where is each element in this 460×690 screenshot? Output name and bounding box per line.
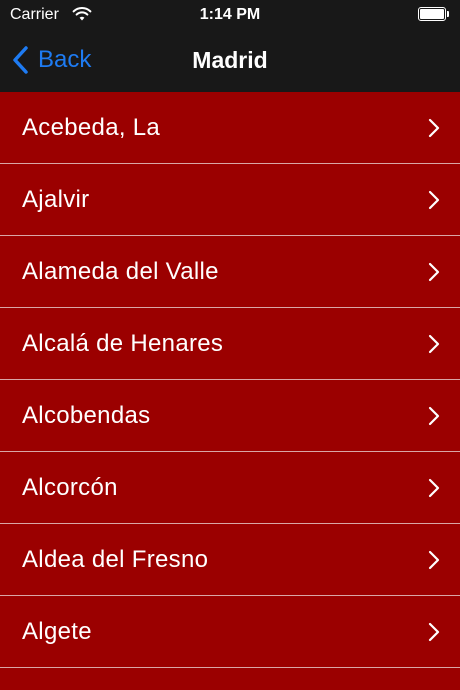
list-item-label: Alameda del Valle (22, 258, 219, 285)
list-item-label: Ajalvir (22, 186, 90, 213)
list-item[interactable]: Alcobendas (0, 380, 460, 452)
chevron-right-icon (428, 478, 440, 498)
battery-icon (418, 7, 450, 21)
town-list: Acebeda, La Ajalvir Alameda del Valle Al… (0, 92, 460, 690)
chevron-right-icon (428, 118, 440, 138)
status-time: 1:14 PM (199, 6, 261, 23)
list-item-label: Alcalá de Henares (22, 330, 224, 357)
chevron-right-icon (428, 262, 440, 282)
chevron-right-icon (428, 622, 440, 642)
status-bar: Carrier 1:14 PM (0, 0, 460, 30)
list-item[interactable]: Alameda del Valle (0, 236, 460, 308)
list-item[interactable]: Alcorcón (0, 452, 460, 524)
list-item[interactable]: Alcalá de Henares (0, 308, 460, 380)
list-item-label: Alcobendas (22, 402, 151, 429)
list-item[interactable]: Aldea del Fresno (0, 524, 460, 596)
chevron-right-icon (428, 334, 440, 354)
list-item[interactable]: Algete (0, 596, 460, 668)
chevron-right-icon (428, 190, 440, 210)
list-item-label: Acebeda, La (22, 114, 161, 141)
list-item-label: Algete (22, 618, 92, 645)
list-item-label: Aldea del Fresno (22, 546, 209, 573)
top-bar: Carrier 1:14 PM Back Madrid (0, 0, 460, 92)
chevron-right-icon (428, 550, 440, 570)
list-item[interactable]: Acebeda, La (0, 92, 460, 164)
navigation-bar: Back Madrid (0, 30, 460, 92)
list-item-label: Alcorcón (22, 474, 118, 501)
page-title: Madrid (192, 47, 268, 73)
list-item[interactable]: Ajalvir (0, 164, 460, 236)
chevron-right-icon (428, 406, 440, 426)
